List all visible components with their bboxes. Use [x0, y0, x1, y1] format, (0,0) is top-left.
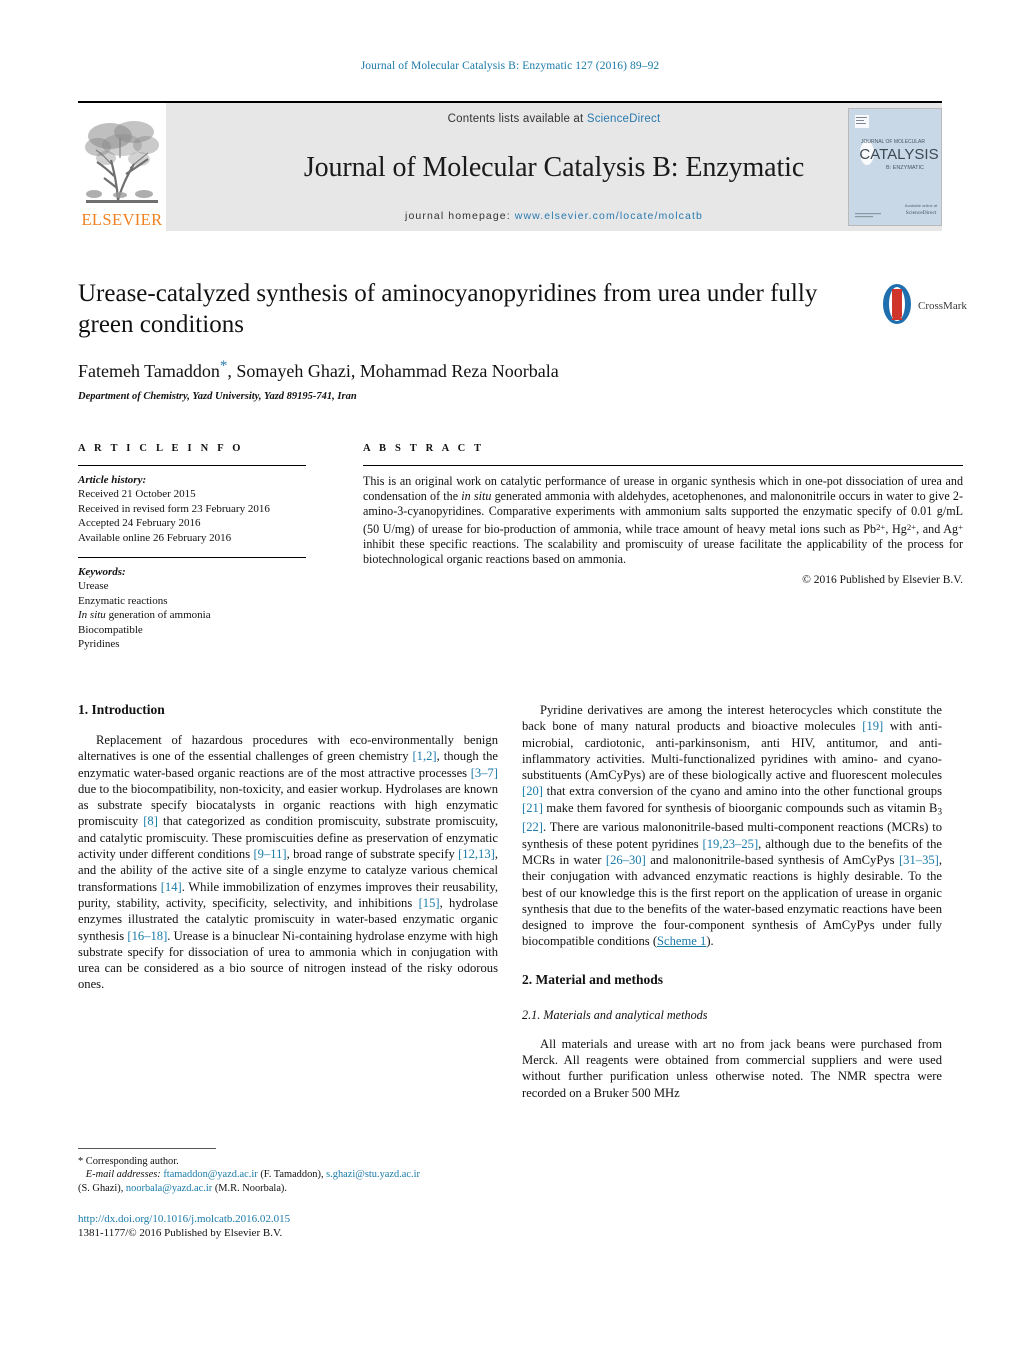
citation-link[interactable]: [22] — [522, 820, 543, 834]
abstract-heading: A B S T R A C T — [363, 443, 485, 454]
keyword-item: Pyridines — [78, 638, 120, 651]
elsevier-logo: ELSEVIER — [78, 103, 166, 231]
title-block: Urease-catalyzed synthesis of aminocyano… — [78, 278, 868, 402]
citation-link[interactable]: [15] — [419, 896, 440, 910]
abstract-body: This is an original work on catalytic pe… — [363, 474, 963, 567]
svg-text:JOURNAL OF MOLECULAR: JOURNAL OF MOLECULAR — [861, 139, 925, 145]
crossmark-badge[interactable]: CrossMark — [880, 283, 967, 329]
history-item: Received 21 October 2015 — [78, 488, 196, 501]
keyword-item: Biocompatible — [78, 623, 143, 636]
author-primary: Fatemeh Tamaddon — [78, 361, 220, 381]
article-history-label: Article history: — [78, 474, 147, 486]
svg-text:B: ENZYMATIC: B: ENZYMATIC — [886, 165, 924, 171]
section-heading-methods: 2. Material and methods — [522, 971, 663, 987]
email-link-3[interactable]: noorbala@yazd.ac.ir — [126, 1183, 212, 1194]
citation-link[interactable]: [19,23–25] — [703, 837, 759, 851]
abstract-copyright: © 2016 Published by Elsevier B.V. — [802, 574, 963, 587]
journal-homepage-line: journal homepage: www.elsevier.com/locat… — [405, 210, 703, 222]
citation-link[interactable]: [12,13] — [458, 847, 495, 861]
keywords-label: Keywords: — [78, 566, 126, 579]
article-history: Article history: Received 21 October 201… — [78, 473, 306, 545]
citation-link[interactable]: [1,2] — [412, 749, 436, 763]
intro-paragraph-2: Pyridine derivatives are among the inter… — [522, 703, 943, 949]
footnote-rule — [78, 1148, 216, 1149]
citation-link[interactable]: [14] — [161, 880, 182, 894]
email-addresses-label: E-mail addresses: — [85, 1169, 161, 1181]
journal-masthead: ELSEVIER Contents lists available at Sci… — [78, 101, 942, 231]
email-owner-1: (F. Tamaddon) — [260, 1169, 321, 1181]
citation-link[interactable]: [16–18] — [127, 929, 167, 943]
citation-link[interactable]: [9–11] — [253, 847, 286, 861]
citation-link[interactable]: [3–7] — [471, 766, 498, 780]
history-item: Received in revised form 23 February 201… — [78, 502, 270, 515]
citation-link[interactable]: [20] — [522, 784, 543, 798]
history-item: Accepted 24 February 2016 — [78, 517, 201, 530]
journal-cover-thumbnail: JOURNAL OF MOLECULAR CATALYSIS B: ENZYMA… — [848, 108, 942, 226]
article-info-heading: A R T I C L E I N F O — [78, 443, 244, 454]
svg-text:CATALYSIS: CATALYSIS — [859, 146, 938, 163]
contents-lists-line: Contents lists available at ScienceDirec… — [448, 113, 661, 125]
footnote-block: * Corresponding author. E-mail addresses… — [78, 1148, 498, 1195]
scheme-link[interactable]: Scheme 1 — [657, 934, 706, 948]
crossmark-label: CrossMark — [918, 300, 967, 312]
issn-copyright-line: 1381-1177/© 2016 Published by Elsevier B… — [78, 1227, 283, 1239]
paper-title: Urease-catalyzed synthesis of aminocyano… — [78, 280, 818, 338]
elsevier-tree-icon — [84, 114, 160, 210]
intro-paragraph-1: Replacement of hazardous procedures with… — [78, 733, 498, 992]
journal-banner: Contents lists available at ScienceDirec… — [166, 103, 942, 231]
section-heading-introduction: 1. Introduction — [78, 702, 165, 717]
keyword-item: In situ generation of ammonia — [78, 609, 211, 622]
methods-paragraph-1: All materials and urease with art no fro… — [522, 1036, 942, 1100]
affiliation: Department of Chemistry, Yazd University… — [78, 391, 357, 402]
corresponding-author-note: * Corresponding author. — [78, 1156, 179, 1167]
homepage-url-link[interactable]: www.elsevier.com/locate/molcatb — [515, 210, 703, 222]
paper-page: Journal of Molecular Catalysis B: Enzyma… — [0, 0, 1020, 1351]
author-others: , Somayeh Ghazi, Mohammad Reza Noorbala — [227, 361, 559, 381]
body-column-left: 1. Introduction Replacement of hazardous… — [78, 702, 498, 993]
keywords-block: Keywords: Urease Enzymatic reactions In … — [78, 565, 306, 651]
history-item: Available online 26 February 2016 — [78, 531, 232, 544]
email-link-1[interactable]: ftamaddon@yazd.ac.ir — [163, 1169, 257, 1180]
homepage-label: journal homepage: — [405, 210, 511, 222]
doi-block: http://dx.doi.org/10.1016/j.molcatb.2016… — [78, 1212, 508, 1240]
crossmark-icon — [880, 283, 914, 329]
citation-link[interactable]: [21] — [522, 801, 543, 815]
article-info-column: A R T I C L E I N F O Article history: R… — [78, 443, 306, 651]
footnote-text: * Corresponding author. E-mail addresses… — [78, 1156, 420, 1194]
keyword-item: Enzymatic reactions — [78, 594, 168, 607]
email-owner-2: (S. Ghazi) — [78, 1182, 121, 1194]
keywords-rule — [78, 557, 306, 559]
citation-link[interactable]: [26–30] — [606, 853, 646, 867]
contents-lists-prefix: Contents lists available at — [447, 113, 587, 125]
sciencedirect-link[interactable]: ScienceDirect — [587, 113, 661, 125]
subsection-heading-materials: 2.1. Materials and analytical methods — [522, 1007, 708, 1022]
article-info-rule — [78, 465, 306, 466]
doi-link[interactable]: http://dx.doi.org/10.1016/j.molcatb.2016… — [78, 1212, 508, 1226]
citation-link[interactable]: [8] — [143, 814, 158, 828]
citation-link[interactable]: [31–35] — [899, 853, 939, 867]
abstract-column: A B S T R A C T This is an original work… — [363, 443, 963, 586]
abstract-rule — [363, 465, 963, 466]
svg-text:ScienceDirect: ScienceDirect — [906, 210, 937, 216]
body-column-right: Pyridine derivatives are among the inter… — [522, 702, 942, 1101]
email-link-2[interactable]: s.ghazi@stu.yazd.ac.ir — [326, 1169, 420, 1180]
svg-text:Available online at: Available online at — [905, 203, 938, 208]
email-owner-3: (M.R. Noorbala). — [214, 1182, 287, 1194]
journal-title: Journal of Molecular Catalysis B: Enzyma… — [303, 151, 805, 183]
citation-link[interactable]: [19] — [862, 719, 883, 733]
elsevier-wordmark: ELSEVIER — [81, 210, 163, 229]
author-list: Fatemeh Tamaddon*, Somayeh Ghazi, Mohamm… — [78, 358, 868, 382]
running-head: Journal of Molecular Catalysis B: Enzyma… — [360, 60, 660, 72]
keyword-item: Urease — [78, 580, 109, 593]
